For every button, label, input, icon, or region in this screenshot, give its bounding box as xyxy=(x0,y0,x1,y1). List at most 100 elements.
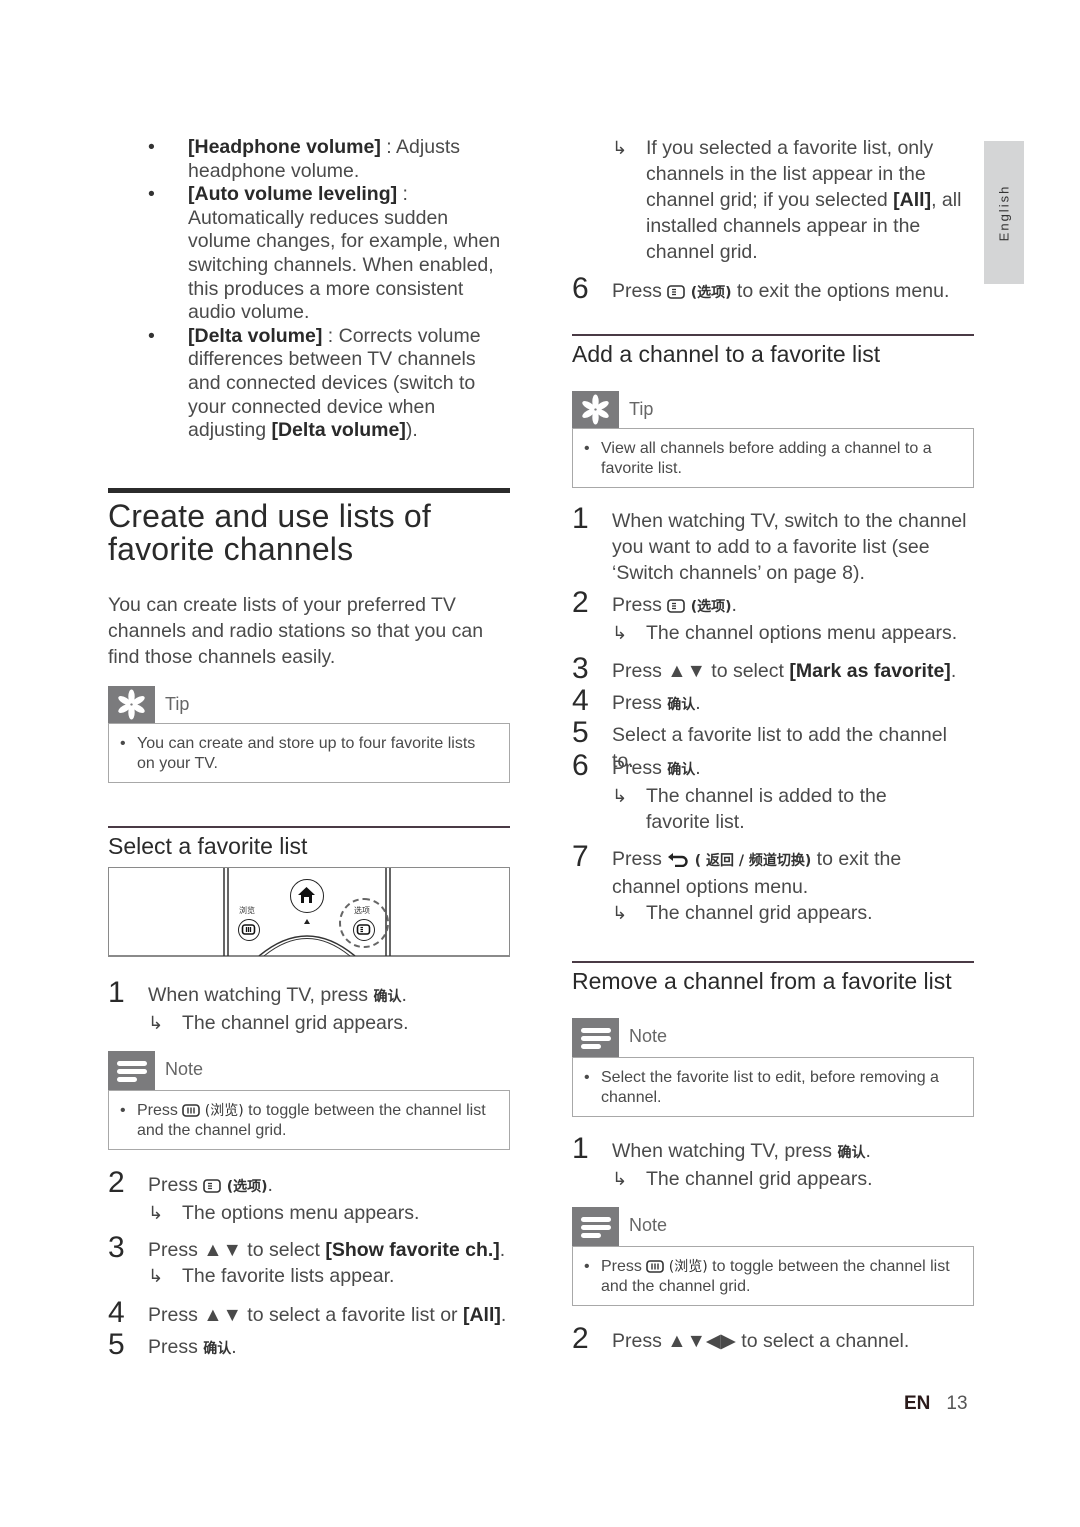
step-number: 2 xyxy=(572,1322,589,1355)
step: 4 Press ▲▼ to select a favorite list or … xyxy=(108,1296,507,1329)
step-result: ↳ The channel is added to the favorite li… xyxy=(612,785,887,833)
home-button xyxy=(290,879,324,913)
section-rule xyxy=(572,961,974,963)
step: 1 When watching TV, switch to the channe… xyxy=(572,502,967,585)
step-result-continued: ↳ If you selected a favorite list, only c… xyxy=(572,135,974,265)
result-arrow-icon: ↳ xyxy=(612,138,628,158)
result-arrow-icon: ↳ xyxy=(612,786,628,806)
options-label: 选项 xyxy=(354,906,370,915)
back-icon xyxy=(668,853,688,867)
note-label: Note xyxy=(629,1026,668,1046)
step-number: 3 xyxy=(572,652,589,685)
result-arrow-icon: ↳ xyxy=(612,1169,628,1189)
result-arrow-icon: ↳ xyxy=(148,1266,164,1286)
step-number: 2 xyxy=(108,1166,125,1199)
page-footer: EN 13 xyxy=(904,1393,968,1415)
step: 4 Press 确认. xyxy=(572,684,701,717)
section-title: Create and use lists of favorite channel… xyxy=(108,498,431,567)
term: [Delta volume] xyxy=(188,324,323,347)
step-number: 5 xyxy=(108,1328,125,1361)
list-item: • [Auto volume leveling] : Automatically… xyxy=(148,183,501,324)
note-text: Select the favorite list to edit, before… xyxy=(601,1069,939,1106)
browse-icon xyxy=(646,1260,665,1273)
step-result: ↳ The channel options menu appears. xyxy=(612,622,958,644)
step-number: 1 xyxy=(572,1132,589,1165)
step-number: 6 xyxy=(572,272,589,305)
subsection-rule xyxy=(108,826,510,828)
step-result: ↳ The channel grid appears. xyxy=(612,1168,873,1190)
term: [Headphone volume] xyxy=(188,136,381,158)
step-number: 5 xyxy=(572,716,589,749)
note-icon xyxy=(108,1051,155,1090)
tip-text: You can create and store up to four favo… xyxy=(137,735,476,772)
tip-icon xyxy=(572,391,619,428)
audio-settings-list: • [Headphone volume] : Adjusts headphone… xyxy=(140,136,510,443)
browse-icon xyxy=(182,1104,201,1117)
step: 3 Press ▲▼ to select [Mark as favorite]. xyxy=(572,652,957,685)
result-arrow-icon: ↳ xyxy=(612,623,628,643)
step-number: 4 xyxy=(108,1296,125,1329)
tip-box: Tip • View all channels before adding a … xyxy=(572,391,974,488)
step-number: 2 xyxy=(572,586,589,619)
step-result: ↳ The channel grid appears. xyxy=(148,1012,409,1034)
step: 5 Press 确认. xyxy=(108,1328,237,1361)
tip-box: Tip • You can create and store up to fou… xyxy=(108,686,510,783)
note-box: Note • Press (浏览) to toggle between the … xyxy=(572,1207,974,1306)
step-result: ↳ If you selected a favorite list, only c… xyxy=(612,137,962,263)
options-button xyxy=(353,919,375,941)
step: 2 Press (选项). ↳ The channel options menu … xyxy=(572,588,974,646)
tip-label: Tip xyxy=(629,399,654,419)
step-number: 1 xyxy=(572,502,589,535)
tip-label: Tip xyxy=(165,694,190,714)
browse-icon xyxy=(241,924,256,935)
tip-icon xyxy=(108,686,155,723)
step-number: 1 xyxy=(108,976,125,1009)
step: 3 Press ▲▼ to select [Show favorite ch.]… xyxy=(108,1233,510,1289)
note-box: Note • Press (浏览) to toggle between the … xyxy=(108,1051,510,1150)
language-tab: English xyxy=(984,141,1024,284)
step-result: ↳ The favorite lists appear. xyxy=(148,1265,395,1287)
step: 1 When watching TV, press 确认. ↳ The chann… xyxy=(572,1134,974,1192)
result-arrow-icon: ↳ xyxy=(612,903,628,923)
step-number: 6 xyxy=(572,749,589,782)
section-rule xyxy=(108,488,510,493)
browse-button xyxy=(238,919,260,941)
step-number: 7 xyxy=(572,840,589,873)
step-number: 4 xyxy=(572,684,589,717)
step: 1 When watching TV, press 确认. ↳ The chann… xyxy=(108,978,510,1036)
section-title: Add a channel to a favorite list xyxy=(572,341,881,367)
list-item: • [Headphone volume] : Adjusts headphone… xyxy=(148,136,460,182)
options-icon xyxy=(203,1179,222,1193)
step: 2 Press ▲▼◀▶ to select a channel. xyxy=(572,1322,910,1355)
step-result: ↳ The options menu appears. xyxy=(148,1202,420,1224)
step: 6 Press (选项) to exit the options menu. xyxy=(572,272,950,305)
options-icon xyxy=(356,924,371,935)
note-icon xyxy=(572,1207,619,1246)
options-icon xyxy=(667,599,686,613)
options-icon xyxy=(667,285,686,299)
language-code: EN xyxy=(904,1393,931,1414)
step-result: ↳ The channel grid appears. xyxy=(612,902,873,924)
browse-label: 浏览 xyxy=(239,906,255,915)
term: [Auto volume leveling] xyxy=(188,183,398,206)
remote-control-illustration: 浏览 选项 xyxy=(108,867,510,957)
note-icon xyxy=(572,1018,619,1057)
note-label: Note xyxy=(629,1215,668,1235)
step: 7 Press ( 返回 / 频道切换) to exit the channel… xyxy=(572,842,974,926)
language-tab-label: English xyxy=(996,184,1012,241)
home-icon xyxy=(298,887,315,903)
result-arrow-icon: ↳ xyxy=(148,1013,164,1033)
step-number: 3 xyxy=(108,1231,125,1264)
step: 2 Press (选项). ↳ The options menu appears. xyxy=(108,1168,510,1226)
page-number: 13 xyxy=(946,1393,968,1414)
note-box: Note • Select the favorite list to edit,… xyxy=(572,1018,974,1117)
list-item: • [Delta volume] : Corrects volume diffe… xyxy=(148,324,481,442)
subsection-title: Select a favorite list xyxy=(108,833,308,859)
step: 6 Press 确认. ↳ The channel is added to the… xyxy=(572,751,974,835)
intro-paragraph: You can create lists of your preferred T… xyxy=(108,594,484,668)
section-title: Remove a channel from a favorite list xyxy=(572,968,952,994)
note-label: Note xyxy=(165,1059,204,1079)
section-rule xyxy=(572,334,974,336)
tip-text: View all channels before adding a channe… xyxy=(601,440,932,477)
result-arrow-icon: ↳ xyxy=(148,1203,164,1223)
